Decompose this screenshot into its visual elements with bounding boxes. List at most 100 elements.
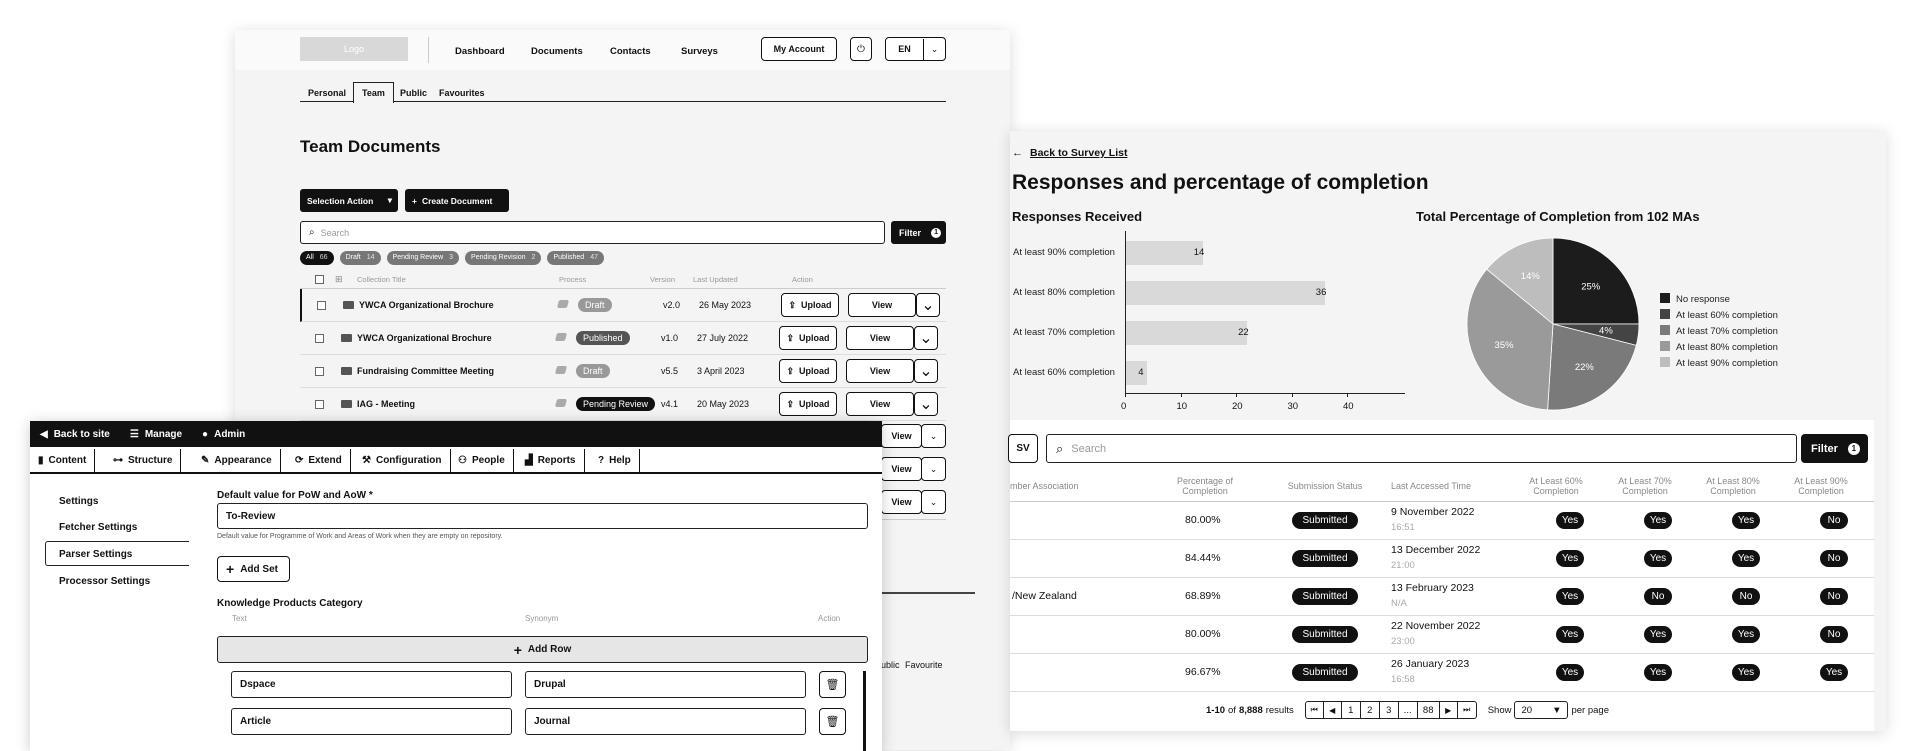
chevron-down-icon[interactable]: ⌄ (921, 457, 946, 481)
next-page-icon[interactable]: ▶ (1440, 702, 1458, 718)
scrollbar[interactable] (863, 671, 866, 751)
tab-configuration-label: Configuration (375, 455, 442, 466)
chevron-down-icon[interactable]: ⌄ (914, 359, 938, 383)
chevron-down-icon[interactable]: ⌄ (921, 424, 946, 448)
chevron-down-icon[interactable]: ⌄ (916, 293, 940, 317)
page-3[interactable]: 3 (1380, 702, 1399, 718)
nav-divider (428, 37, 429, 63)
status-filter-pills: All 66 Draft 14 Pending Review 3 Pending Revis… (300, 251, 604, 265)
nav-dashboard[interactable]: Dashboard (455, 46, 505, 57)
selection-action-button[interactable]: Selection Action ▾ (300, 189, 398, 212)
sidebar-item-parser[interactable]: Parser Settings (59, 549, 132, 560)
chevron-down-icon[interactable]: ⌄ (914, 326, 938, 350)
tab-extend[interactable]: ⟳ Extend (287, 449, 351, 472)
create-document-button[interactable]: + Create Document (405, 189, 509, 212)
trash-icon[interactable]: 🗑 (819, 708, 846, 735)
hamburger-icon: ☰ (129, 428, 139, 440)
row-checkbox[interactable] (315, 367, 324, 376)
view-button[interactable]: View (848, 293, 916, 317)
completion-badge: No (1820, 550, 1848, 567)
nav-surveys[interactable]: Surveys (681, 46, 718, 57)
back-link[interactable]: ← Back to Survey List (1012, 147, 1127, 159)
tab-public[interactable]: Public (392, 85, 435, 101)
view-button[interactable]: View (881, 457, 922, 481)
view-button[interactable]: View (846, 359, 914, 383)
tab-people[interactable]: ⚇ People (450, 449, 514, 472)
upload-button[interactable]: ⇪ Upload (779, 326, 837, 350)
status-filter-pill[interactable]: Pending Revision 2 (465, 251, 542, 265)
document-title[interactable]: YWCA Organizational Brochure (357, 333, 492, 343)
peek-tab-favourite[interactable]: Favourite (905, 660, 943, 670)
tab-personal[interactable]: Personal (300, 85, 354, 101)
language-select[interactable]: EN ⌄ (885, 37, 946, 61)
export-csv-button[interactable]: SV (1008, 434, 1038, 463)
last-page-icon[interactable]: ⏭ (1458, 702, 1476, 718)
document-title[interactable]: IAG - Meeting (357, 399, 415, 409)
upload-button[interactable]: ⇪ Upload (779, 359, 837, 383)
tab-team[interactable]: Team (353, 82, 394, 103)
row-checkbox[interactable] (315, 400, 324, 409)
search-input[interactable]: ⌕ Search (300, 221, 885, 244)
text-input[interactable]: Dspace (231, 671, 512, 698)
tab-help[interactable]: ? Help (590, 449, 640, 472)
document-title[interactable]: YWCA Organizational Brochure (359, 300, 494, 310)
synonym-input[interactable]: Journal (525, 708, 806, 735)
back-to-site-link[interactable]: ◀ Back to site (40, 429, 110, 440)
category-label: Knowledge Products Category (217, 598, 363, 609)
chevron-down-icon[interactable]: ⌄ (921, 490, 946, 514)
tab-favourites[interactable]: Favourites (431, 85, 493, 101)
x-axis (1125, 393, 1405, 394)
nav-documents[interactable]: Documents (531, 46, 583, 57)
row-checkbox[interactable] (315, 334, 324, 343)
nav-contacts[interactable]: Contacts (610, 46, 651, 57)
document-title[interactable]: Fundraising Committee Meeting (357, 366, 494, 376)
row-checkbox[interactable] (317, 301, 326, 310)
tab-appearance-label: Appearance (214, 455, 272, 466)
document-icon: ▮ (38, 455, 44, 466)
status-filter-pill[interactable]: Draft 14 (339, 251, 381, 265)
admin-user-menu[interactable]: ● Admin (202, 429, 245, 440)
page-88[interactable]: 88 (1418, 702, 1440, 718)
my-account-button[interactable]: My Account (761, 37, 837, 61)
view-button[interactable]: View (881, 490, 922, 514)
status-filter-pill[interactable]: Pending Review 3 (386, 251, 460, 265)
synonym-input[interactable]: Drupal (525, 671, 806, 698)
add-set-button[interactable]: + Add Set (217, 556, 290, 582)
page-2[interactable]: 2 (1361, 702, 1380, 718)
manage-menu[interactable]: ☰ Manage (130, 429, 182, 440)
prev-page-icon[interactable]: ◀ (1324, 702, 1342, 718)
upload-button[interactable]: ⇪ Upload (781, 293, 839, 317)
sidebar-item-processor[interactable]: Processor Settings (59, 576, 150, 587)
logo[interactable]: Logo (300, 37, 408, 61)
tab-reports[interactable]: ▟ Reports (517, 449, 585, 472)
x-tick-label: 10 (1176, 401, 1188, 412)
trash-icon[interactable]: 🗑 (819, 671, 846, 698)
filter-button[interactable]: Filter 1 (1801, 434, 1868, 463)
default-value-input[interactable]: To-Review (217, 503, 868, 529)
page-1[interactable]: 1 (1342, 702, 1361, 718)
tab-content[interactable]: ▮ Content (30, 449, 96, 472)
first-page-icon[interactable]: ⏮ (1306, 702, 1324, 718)
text-input[interactable]: Article (231, 708, 512, 735)
chevron-down-icon[interactable]: ⌄ (914, 392, 938, 416)
upload-button[interactable]: ⇪ Upload (779, 392, 837, 416)
status-filter-count: 47 (590, 254, 598, 261)
view-button[interactable]: View (881, 424, 922, 448)
tab-structure[interactable]: ⊶ Structure (105, 449, 182, 472)
tab-appearance[interactable]: ✎ Appearance (193, 449, 281, 472)
tab-configuration[interactable]: ⚒ Configuration (354, 449, 451, 472)
status-filter-pill[interactable]: All 66 (300, 251, 334, 265)
per-page-select[interactable]: 20 ▼ (1514, 701, 1569, 719)
status-filter-pill[interactable]: Published 47 (547, 251, 604, 265)
search-input[interactable]: ⌕ Search (1046, 434, 1797, 463)
sidebar-item-fetcher[interactable]: Fetcher Settings (59, 522, 137, 533)
select-all-checkbox[interactable] (315, 275, 324, 284)
view-button[interactable]: View (846, 326, 914, 350)
sidebar-item-settings[interactable]: Settings (59, 496, 98, 507)
add-row-button[interactable]: + Add Row (217, 636, 868, 663)
peek-tab-public[interactable]: ublic (881, 660, 900, 670)
view-button[interactable]: View (846, 392, 914, 416)
power-icon[interactable]: ⏻ (850, 37, 872, 61)
filter-button[interactable]: Filter 1 (891, 221, 946, 244)
completion-badge: No (1820, 588, 1848, 605)
